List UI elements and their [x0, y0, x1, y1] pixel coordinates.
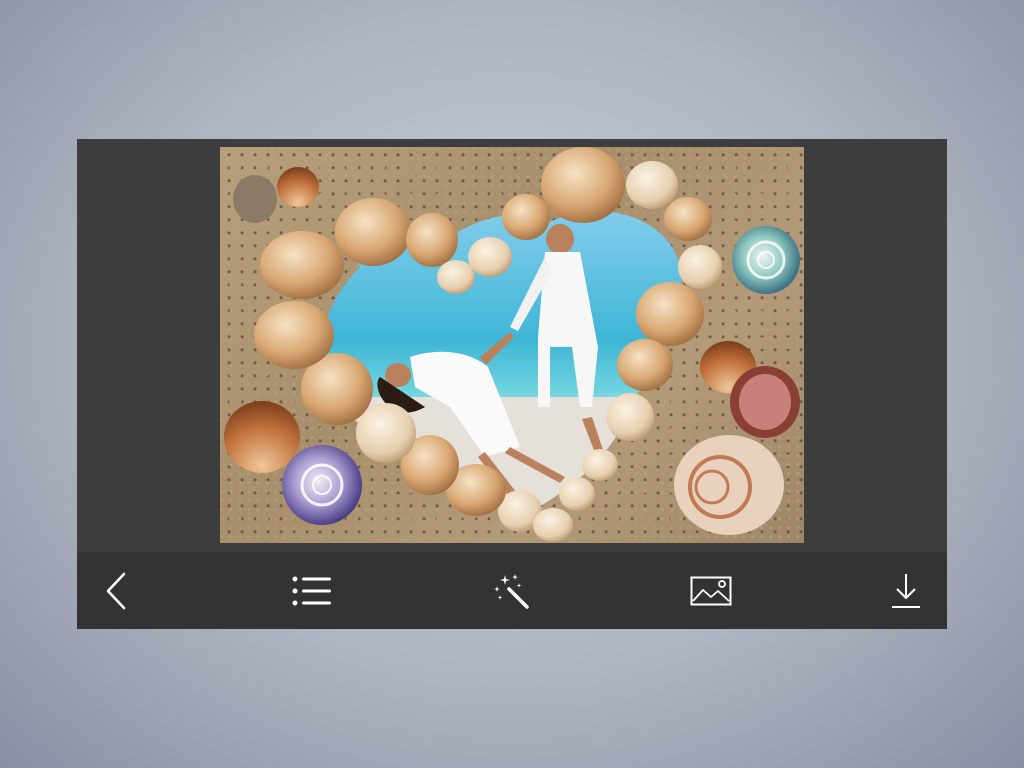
frames-list-button[interactable]	[289, 568, 335, 614]
save-button[interactable]	[883, 568, 929, 614]
chevron-left-icon	[106, 572, 126, 610]
framed-photo[interactable]	[220, 147, 804, 543]
canvas-area	[77, 139, 947, 552]
magic-wand-icon	[494, 574, 529, 609]
back-button[interactable]	[93, 568, 139, 614]
list-icon	[292, 576, 331, 606]
editor-panel	[77, 139, 947, 629]
download-icon	[892, 574, 920, 608]
effects-button[interactable]	[488, 568, 534, 614]
photo-image	[224, 147, 800, 542]
gallery-button[interactable]	[688, 568, 734, 614]
bottom-toolbar	[77, 552, 947, 629]
image-icon	[690, 576, 732, 606]
